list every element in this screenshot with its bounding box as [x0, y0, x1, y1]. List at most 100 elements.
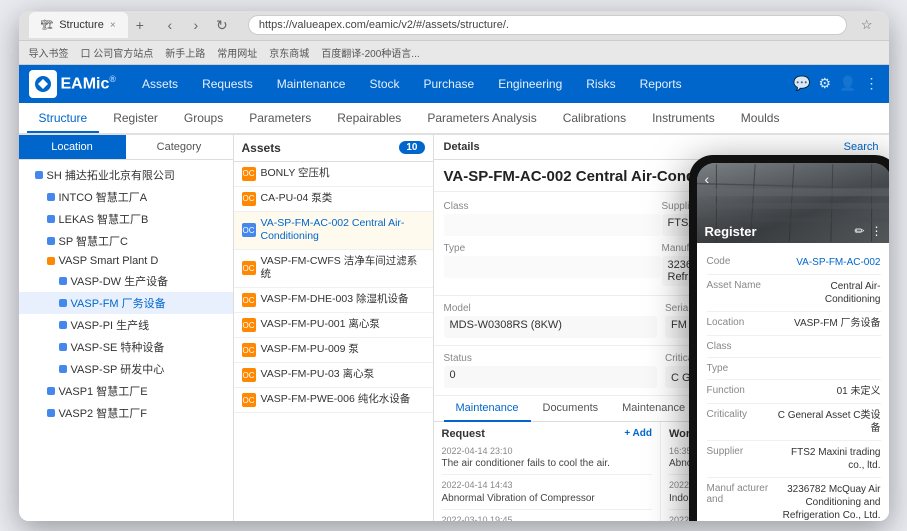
refresh-button[interactable]: ↻: [212, 17, 232, 34]
user-icon[interactable]: 👤: [839, 75, 856, 92]
nav-assets[interactable]: Assets: [132, 71, 188, 97]
mobile-edit-icon[interactable]: ✏: [854, 224, 864, 238]
status-label: Status: [444, 353, 658, 364]
asset-icon: OC: [242, 192, 256, 206]
tree-item-lekas[interactable]: LEKAS 智慧工厂B: [19, 208, 233, 230]
tree-label: VASP1 智慧工厂E: [59, 383, 148, 399]
tree-item-vasp-pi[interactable]: VASP-PI 生产线: [19, 314, 233, 336]
location-tab[interactable]: Location: [19, 135, 126, 159]
asset-item-pwe006[interactable]: OC VASP-FM-PWE-006 纯化水设备: [234, 388, 433, 413]
browser-actions: ☆: [855, 17, 879, 33]
asset-icon: OC: [242, 343, 256, 357]
bookmark-item[interactable]: 新手上路: [165, 45, 205, 60]
type-field: Type: [444, 240, 661, 289]
nav-stock[interactable]: Stock: [359, 71, 409, 97]
asset-item-pu03[interactable]: OC VASP-FM-PU-03 离心泵: [234, 363, 433, 388]
subnav-repairables[interactable]: Repairables: [325, 105, 413, 133]
asset-name: VASP-FM-CWFS 洁净车间过滤系统: [261, 255, 425, 282]
asset-item-vasp-fm-ac[interactable]: OC VA-SP-FM-AC-002 Central Air-Condition…: [234, 212, 433, 250]
asset-item-bonly[interactable]: OC BONLY 空压机: [234, 162, 433, 187]
search-button[interactable]: Search: [844, 141, 879, 153]
tree-dot: [47, 409, 55, 417]
bookmark-item[interactable]: 京东商城: [269, 45, 309, 60]
tree-dot: [59, 365, 67, 373]
tree-item-intco[interactable]: INTCO 智慧工厂A: [19, 186, 233, 208]
tree-dot: [47, 215, 55, 223]
star-button[interactable]: ☆: [861, 17, 873, 33]
mf-criticality-label: Criticality: [707, 409, 777, 420]
settings-icon[interactable]: ⚙: [819, 75, 832, 92]
nav-reports[interactable]: Reports: [630, 71, 692, 97]
nav-icons: 💬 ⚙ 👤 ⋮: [793, 75, 878, 92]
tree-item-vasp1[interactable]: VASP1 智慧工厂E: [19, 380, 233, 402]
bookmark-item[interactable]: 常用网址: [217, 45, 257, 60]
asset-item-pu009[interactable]: OC VASP-FM-PU-009 泵: [234, 338, 433, 363]
tree-dot: [59, 321, 67, 329]
subnav-parameters-analysis[interactable]: Parameters Analysis: [415, 105, 548, 133]
nav-purchase[interactable]: Purchase: [414, 71, 485, 97]
tree-item-vasp-se[interactable]: VASP-SE 特种设备: [19, 336, 233, 358]
tree-item-vasp-sp[interactable]: VASP-SP 研发中心: [19, 358, 233, 380]
bookmark-item[interactable]: 导入书签: [29, 45, 69, 60]
asset-name: VASP-FM-PU-009 泵: [261, 343, 359, 357]
nav-engineering[interactable]: Engineering: [488, 71, 572, 97]
mobile-inner: ‹ Register ✏ ⋮ Code: [697, 163, 889, 521]
new-tab-button[interactable]: +: [136, 17, 144, 33]
tab-favicon: 🏗: [41, 20, 54, 31]
type-value: [444, 256, 661, 278]
tree-label: VASP-DW 生产设备: [71, 273, 169, 289]
asset-item-cwfs[interactable]: OC VASP-FM-CWFS 洁净车间过滤系统: [234, 250, 433, 288]
tree-item-vasp-fm[interactable]: VASP-FM 厂务设备: [19, 292, 233, 314]
tree-dot: [59, 277, 67, 285]
subnav-calibrations[interactable]: Calibrations: [551, 105, 638, 133]
browser-tab[interactable]: 🏗 Structure ×: [29, 12, 128, 38]
asset-item-pu001[interactable]: OC VASP-FM-PU-001 离心泵: [234, 313, 433, 338]
mobile-field-supplier: Supplier FTS2 Maxini trading co., ltd.: [707, 441, 881, 478]
tab-title: Structure: [59, 19, 104, 31]
tab-close-button[interactable]: ×: [110, 20, 116, 31]
asset-item-capu04[interactable]: OC CA-PU-04 泵类: [234, 187, 433, 212]
mf-code-label: Code: [707, 256, 777, 267]
asset-list: OC BONLY 空压机 OC CA-PU-04 泵类 OC VA-SP-FM-…: [234, 162, 433, 521]
nav-maintenance[interactable]: Maintenance: [267, 71, 356, 97]
add-request-button[interactable]: + Add: [624, 428, 652, 439]
subnav-groups[interactable]: Groups: [172, 105, 235, 133]
nav-controls: ‹ › ↻: [152, 17, 240, 34]
tree-item-vasp2[interactable]: VASP2 智慧工厂F: [19, 402, 233, 424]
tree-item-vasp[interactable]: VASP Smart Plant D: [19, 252, 233, 270]
forward-button[interactable]: ›: [186, 17, 206, 33]
bookmark-item[interactable]: 口 公司官方站点: [81, 45, 154, 60]
mobile-back-button[interactable]: ‹: [705, 171, 710, 187]
more-icon[interactable]: ⋮: [865, 75, 879, 92]
status-field: Status 0: [444, 350, 658, 391]
asset-icon: OC: [242, 223, 256, 237]
tree-item-sp[interactable]: SP 智慧工厂C: [19, 230, 233, 252]
mobile-more-icon[interactable]: ⋮: [871, 224, 883, 238]
mobile-header-icons: ✏ ⋮: [854, 224, 882, 238]
chat-icon[interactable]: 💬: [793, 75, 810, 92]
subnav-instruments[interactable]: Instruments: [640, 105, 727, 133]
tree-label: SH 捕达拓业北京有限公司: [47, 167, 175, 183]
asset-name: VASP-FM-PU-001 离心泵: [261, 318, 380, 332]
tree-label: VASP-PI 生产线: [71, 317, 150, 333]
tree-item-vasp-dw[interactable]: VASP-DW 生产设备: [19, 270, 233, 292]
subnav-structure[interactable]: Structure: [27, 105, 100, 133]
tab-documents[interactable]: Documents: [531, 396, 611, 422]
asset-item-dhe003[interactable]: OC VASP-FM-DHE-003 除湿机设备: [234, 288, 433, 313]
tab-maintenance[interactable]: Maintenance: [444, 396, 531, 422]
address-bar[interactable]: https://valueapex.com/eamic/v2/#/assets/…: [248, 15, 847, 35]
nav-requests[interactable]: Requests: [192, 71, 263, 97]
subnav-parameters[interactable]: Parameters: [237, 105, 323, 133]
asset-icon: OC: [242, 368, 256, 382]
back-button[interactable]: ‹: [160, 17, 180, 33]
request-date: 2022-04-14 23:10: [442, 445, 653, 458]
bookmarks-bar: 导入书签 口 公司官方站点 新手上路 常用网址 京东商城 百度翻译-200种语言…: [19, 41, 889, 65]
subnav-register[interactable]: Register: [101, 105, 170, 133]
category-tab[interactable]: Category: [126, 135, 233, 159]
requests-title: Request + Add: [442, 428, 653, 440]
nav-risks[interactable]: Risks: [576, 71, 625, 97]
subnav-moulds[interactable]: Moulds: [729, 105, 792, 133]
mobile-field-function: Function 01 未定义: [707, 380, 881, 404]
tree-item-sh[interactable]: SH 捕达拓业北京有限公司: [19, 164, 233, 186]
bookmark-item[interactable]: 百度翻译-200种语言...: [321, 45, 419, 60]
